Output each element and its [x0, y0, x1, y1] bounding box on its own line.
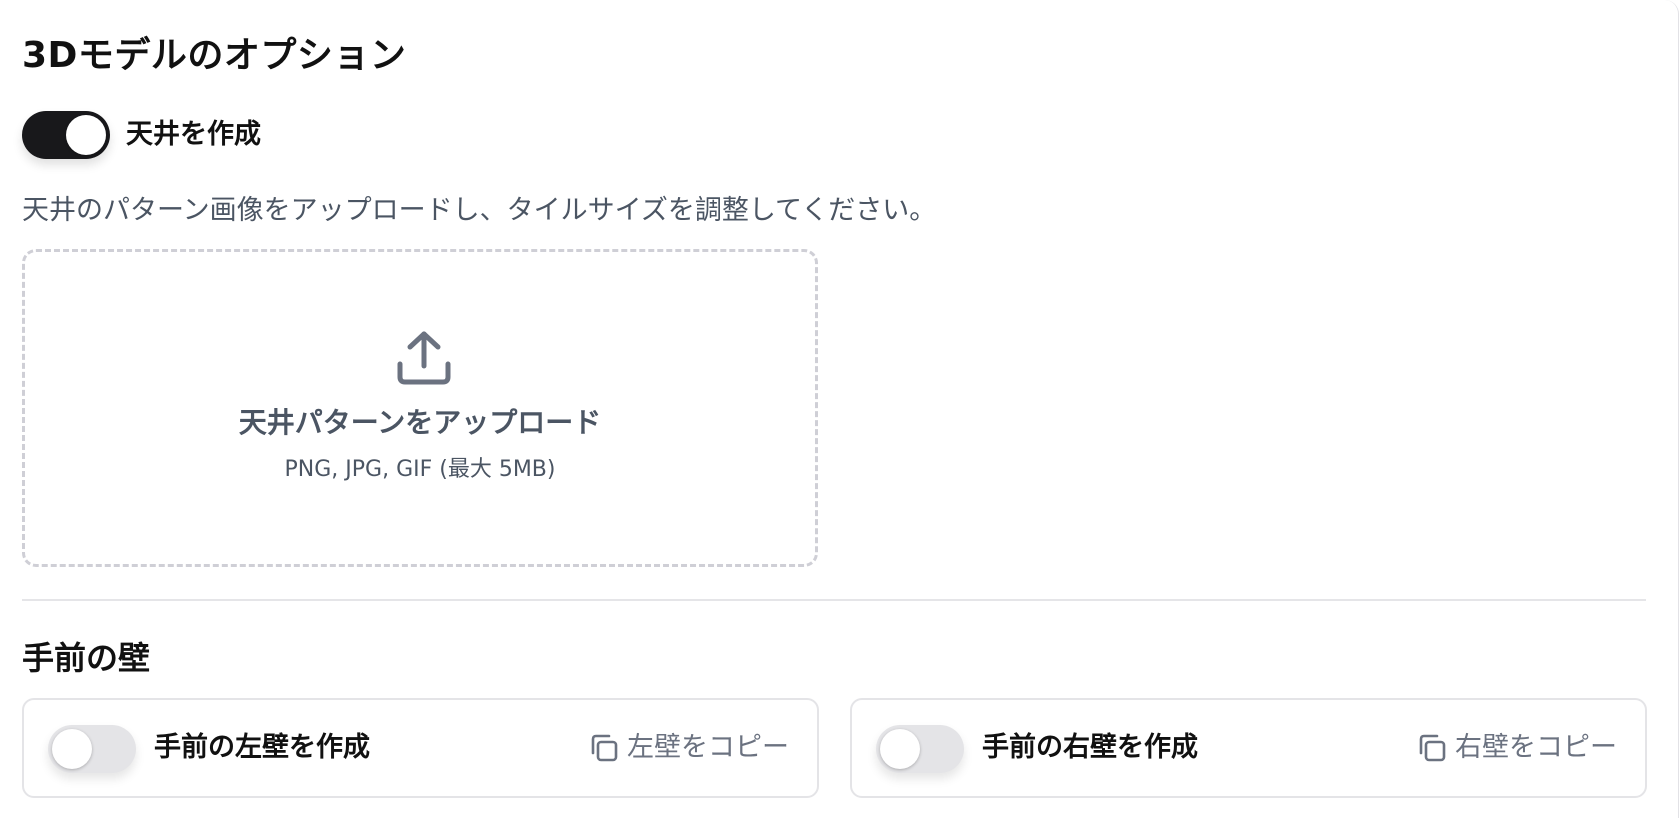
front-walls-title: 手前の壁 [22, 639, 151, 677]
copy-right-wall-button[interactable]: 右壁をコピー [1415, 730, 1617, 766]
ceiling-description: 天井のパターン画像をアップロードし、タイルサイズを調整してください。 [22, 195, 937, 226]
toggle-knob [52, 729, 92, 769]
section-title: 3Dモデルのオプション [22, 35, 407, 76]
copy-left-wall-label: 左壁をコピー [627, 732, 789, 763]
ceiling-upload-dropzone[interactable]: 天井パターンをアップロード PNG, JPG, GIF (最大 5MB) [22, 249, 818, 567]
copy-icon [591, 734, 618, 762]
model-options-panel: 3Dモデルのオプション 天井を作成 天井のパターン画像をアップロードし、タイルサ… [0, 0, 1679, 818]
upload-title: 天井パターンをアップロード [238, 406, 602, 439]
copy-right-wall-label: 右壁をコピー [1455, 732, 1617, 763]
front-right-wall-label: 手前の右壁を作成 [982, 732, 1198, 763]
toggle-knob [66, 115, 106, 155]
ceiling-toggle[interactable] [22, 111, 110, 159]
upload-formats: PNG, JPG, GIF (最大 5MB) [284, 457, 556, 482]
divider [22, 599, 1646, 601]
ceiling-toggle-label: 天井を作成 [126, 119, 261, 150]
toggle-knob [880, 729, 920, 769]
copy-left-wall-button[interactable]: 左壁をコピー [587, 730, 789, 766]
front-right-wall-card: 手前の右壁を作成 右壁をコピー [850, 698, 1647, 798]
front-left-wall-toggle[interactable] [48, 725, 136, 773]
front-left-wall-label: 手前の左壁を作成 [154, 732, 370, 763]
copy-icon [1419, 734, 1446, 762]
upload-icon [397, 331, 451, 385]
front-right-wall-toggle[interactable] [876, 725, 964, 773]
front-left-wall-card: 手前の左壁を作成 左壁をコピー [22, 698, 819, 798]
